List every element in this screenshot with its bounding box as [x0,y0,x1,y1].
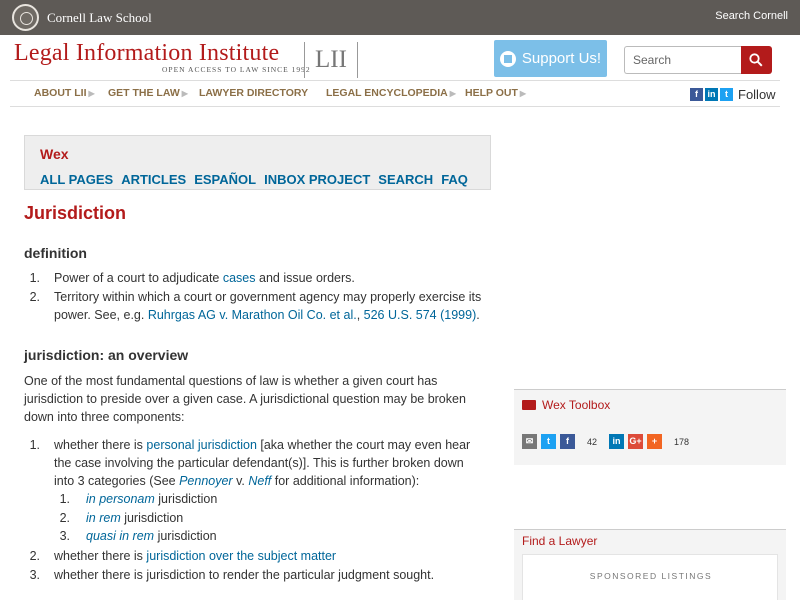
search-icon [749,53,763,67]
wex-link-search[interactable]: SEARCH [378,172,433,187]
facebook-icon[interactable]: f [560,434,575,449]
wex-link-inbox-project[interactable]: INBOX PROJECT [264,172,370,187]
ruhrgas-case-link[interactable]: Ruhrgas AG v. Marathon Oil Co. et al. [148,308,357,322]
personal-jurisdiction-link[interactable]: personal jurisdiction [146,438,256,452]
in-rem-link[interactable]: in rem [86,511,121,525]
find-a-lawyer-panel: Find a Lawyer SPONSORED LISTINGS [514,529,786,600]
cornell-law-school-link[interactable]: Cornell Law School [47,10,152,26]
overview-heading: jurisdiction: an overview [24,347,189,363]
wex-link-articles[interactable]: ARTICLES [121,172,186,187]
twitter-icon[interactable]: t [720,88,733,101]
wex-link-all-pages[interactable]: ALL PAGES [40,172,113,187]
chevron-right-icon: ▶ [449,89,456,98]
search-button[interactable] [741,46,772,74]
sponsored-listings-box: SPONSORED LISTINGS [522,554,778,600]
us-reports-citation-link[interactable]: 526 U.S. 574 (1999) [364,308,477,322]
add-share-icon[interactable]: + [647,434,663,449]
wex-link-espanol[interactable]: ESPAÑOL [194,172,256,187]
overview-paragraph: One of the most fundamental questions of… [24,374,466,424]
page-title: Jurisdiction [24,203,127,223]
nav-get-the-law[interactable]: GET THE LAW ▶ [108,87,188,99]
cornell-seal-icon[interactable] [12,4,39,31]
support-us-label: Support Us! [521,50,602,67]
cases-link[interactable]: cases [223,271,256,285]
total-share-count: 178 [674,436,690,447]
main-nav: ABOUT LII ▶ GET THE LAW ▶ LAWYER DIRECTORY… [10,80,780,107]
find-a-lawyer-title[interactable]: Find a Lawyer [522,534,597,548]
google-plus-icon[interactable]: G+ [628,434,644,449]
twitter-icon[interactable]: t [541,434,556,449]
toolbox-icon [522,400,536,410]
lii-logo[interactable]: LII [304,42,358,78]
in-personam-link[interactable]: in personam [86,492,155,506]
linkedin-icon[interactable]: in [705,88,718,101]
wex-links: ALL PAGES ARTICLES ESPAÑOL INBOX PROJECT… [40,172,468,187]
cornell-topbar: Cornell Law School Search Cornell [0,0,800,35]
nav-help-out[interactable]: HELP OUT ▶ [465,87,526,99]
wex-toolbox-title: Wex Toolbox [542,398,611,412]
facebook-icon[interactable]: f [690,88,703,101]
gift-icon [499,50,516,67]
follow-label[interactable]: Follow [738,87,776,102]
search-input[interactable] [624,46,742,74]
search-cornell-link[interactable]: Search Cornell [715,10,788,22]
subject-matter-jurisdiction-link[interactable]: jurisdiction over the subject matter [146,549,336,563]
wex-navigation: Wex ALL PAGES ARTICLES ESPAÑOL INBOX PRO… [24,135,491,190]
nav-lawyer-directory[interactable]: LAWYER DIRECTORY [199,87,308,99]
site-title[interactable]: Legal Information Institute [14,40,279,67]
chevron-right-icon: ▶ [181,89,188,98]
support-us-button[interactable]: Support Us! [494,40,607,77]
nav-about-lii[interactable]: ABOUT LII ▶ [34,87,95,99]
quasi-in-rem-link[interactable]: quasi in rem [86,529,154,543]
pennoyer-link[interactable]: Pennoyer [179,474,233,488]
definition-heading: definition [24,245,87,261]
chevron-right-icon: ▶ [88,89,95,98]
share-buttons: ✉ t f 42 in G+ + 178 [522,434,697,449]
facebook-share-count: 42 [587,436,598,447]
social-follow: f in t Follow [690,87,776,102]
wex-link-faq[interactable]: FAQ [441,172,468,187]
chevron-right-icon: ▶ [519,89,527,98]
email-icon[interactable]: ✉ [522,434,537,449]
linkedin-icon[interactable]: in [609,434,625,449]
wex-toolbox: Wex Toolbox ✉ t f 42 in G+ + 178 [514,389,786,465]
sponsored-listings-label: SPONSORED LISTINGS [589,571,713,581]
wex-title[interactable]: Wex [40,146,69,162]
nav-legal-encyclopedia[interactable]: LEGAL ENCYCLOPEDIA ▶ [326,87,456,99]
neff-link[interactable]: Neff [248,474,271,488]
site-tagline: OPEN ACCESS TO LAW SINCE 1992 [162,65,311,74]
